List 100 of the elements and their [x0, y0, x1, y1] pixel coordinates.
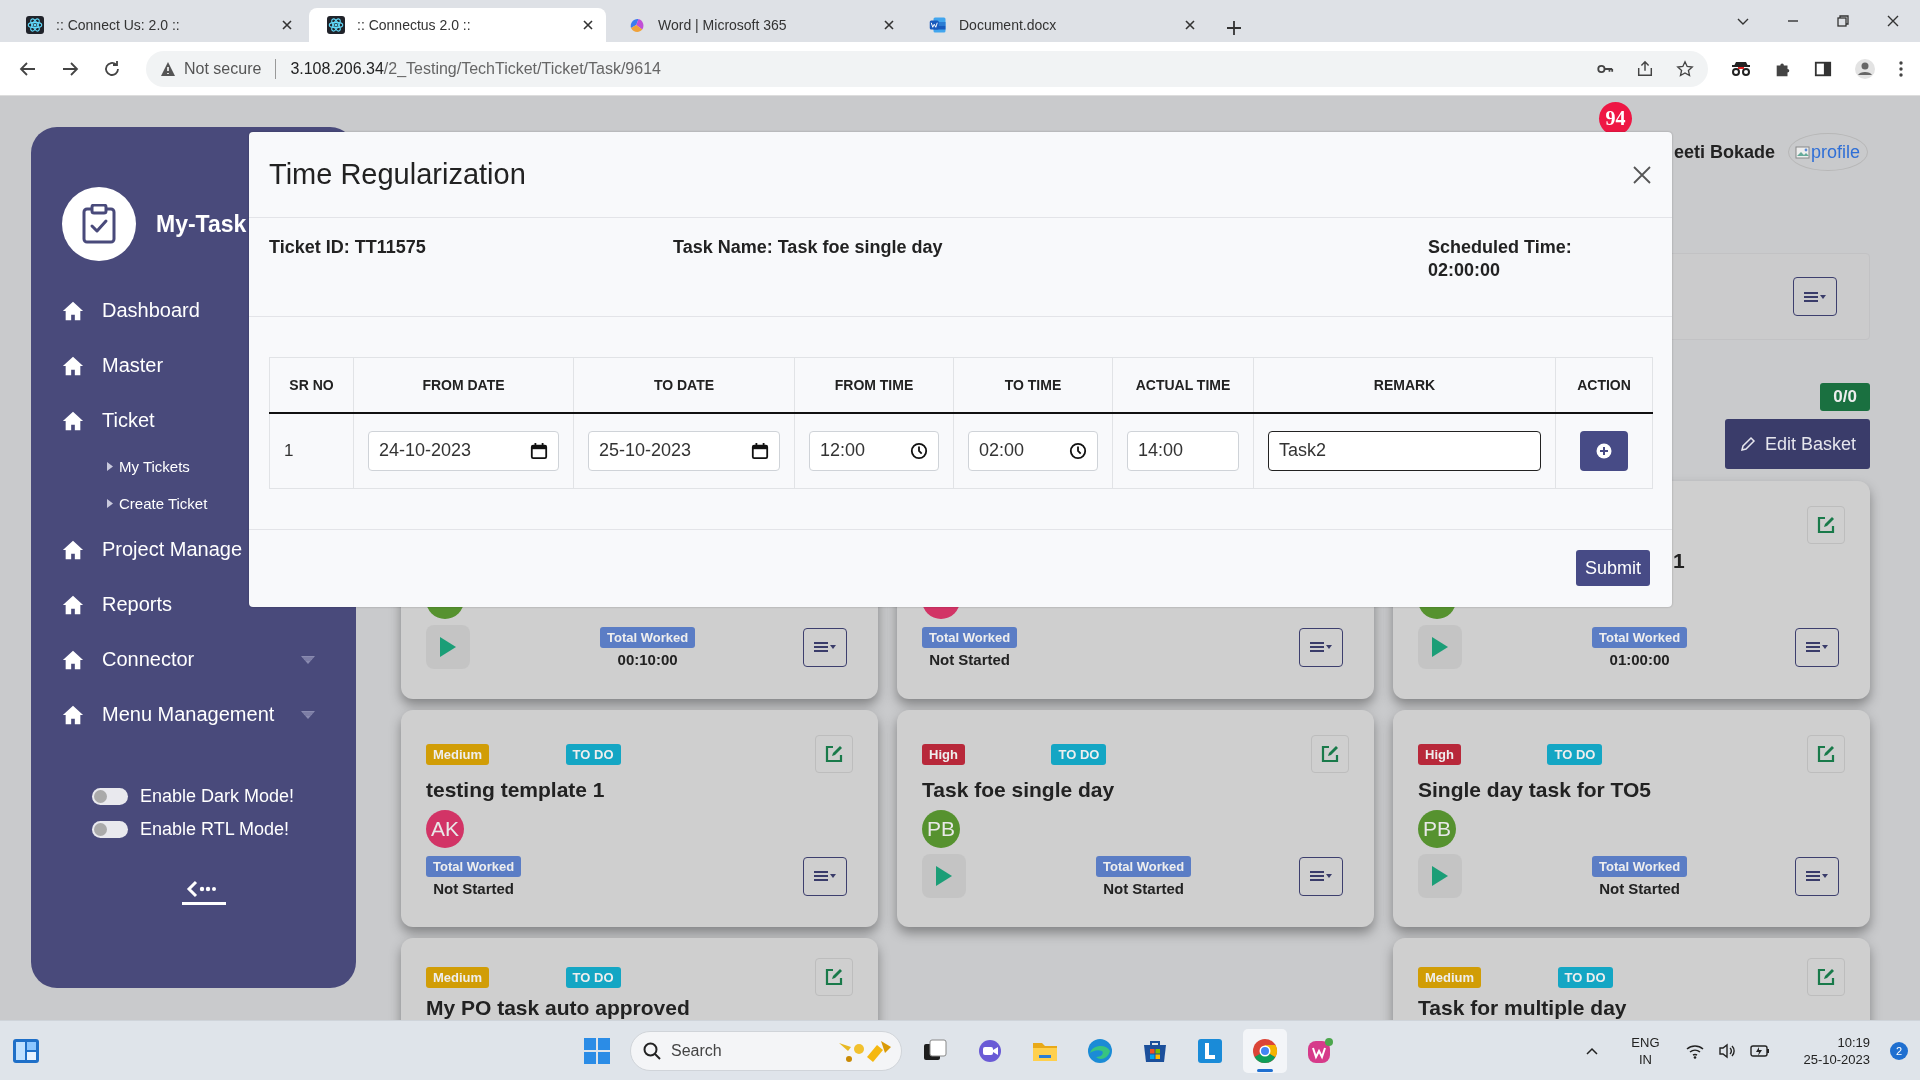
ticket-id: Ticket ID: TT11575: [269, 236, 427, 259]
column-header: REMARK: [1253, 357, 1556, 413]
column-header: FROM TIME: [794, 357, 954, 413]
worked-tag: Total Worked: [426, 855, 522, 877]
sidebar-item-label[interactable]: Project Manage: [102, 538, 243, 561]
volume-icon[interactable]: [1717, 1042, 1736, 1059]
task-title: Task foe single day: [922, 778, 1115, 801]
close-icon[interactable]: [1184, 19, 1196, 31]
home-icon: [62, 648, 84, 671]
clock-icon[interactable]: [1069, 441, 1087, 460]
menu-button[interactable]: [1793, 277, 1837, 316]
browser-tab[interactable]: :: Connect Us: 2.0 ::: [8, 8, 305, 42]
menu-button[interactable]: [1299, 627, 1343, 667]
edit-button[interactable]: [815, 958, 853, 996]
play-icon: [1431, 865, 1449, 887]
battery-icon[interactable]: [1749, 1043, 1770, 1058]
add-button[interactable]: [1580, 430, 1628, 471]
edit-button[interactable]: [1807, 958, 1845, 996]
edit-icon: [1817, 968, 1835, 986]
sidebar-item-label[interactable]: Connector: [102, 648, 195, 671]
worked-time: Not Started: [929, 650, 1010, 668]
mask-icon[interactable]: [1730, 59, 1752, 78]
restore-icon[interactable]: [1836, 14, 1850, 28]
language-code[interactable]: ENG: [1631, 1033, 1660, 1051]
close-icon[interactable]: [582, 19, 594, 31]
url-text: 3.108.206.34/2_Testing/TechTicket/Ticket/Task/9614: [290, 59, 661, 78]
swirl-icon: [628, 16, 646, 34]
menu-button[interactable]: [1795, 627, 1839, 667]
calendar-icon[interactable]: [751, 441, 769, 460]
caret-down-icon[interactable]: [300, 654, 316, 665]
edit-button[interactable]: [1311, 735, 1349, 773]
clock-icon[interactable]: [910, 441, 928, 460]
caret-down-icon[interactable]: [300, 709, 316, 720]
browser-tab[interactable]: Document.docx: [911, 8, 1208, 42]
close-icon[interactable]: [1632, 164, 1652, 185]
column-header: ACTION: [1555, 357, 1653, 413]
side-panel-icon[interactable]: [1814, 59, 1832, 78]
clock-time[interactable]: 10:19: [1837, 1033, 1870, 1051]
table-cell: 1: [269, 412, 354, 489]
menu-button[interactable]: [1299, 856, 1343, 896]
start-icon[interactable]: [583, 1036, 611, 1065]
region-code[interactable]: IN: [1638, 1050, 1652, 1068]
wifi-icon[interactable]: [1685, 1042, 1704, 1059]
sidebar-item-label[interactable]: Reports: [102, 593, 173, 616]
remark-field[interactable]: Task2: [1268, 430, 1541, 471]
close-icon[interactable]: [1886, 14, 1900, 28]
edit-button[interactable]: [1807, 506, 1845, 544]
date-field[interactable]: 25-10-2023: [588, 430, 780, 471]
actual-time-field[interactable]: 14:00: [1127, 430, 1239, 471]
warning-icon: [160, 60, 176, 77]
menu-icon: [1805, 869, 1829, 883]
clock-date[interactable]: 25-10-2023: [1803, 1050, 1870, 1068]
search-placeholder: Search: [671, 1041, 723, 1060]
calendar-icon[interactable]: [530, 441, 548, 460]
address-bar[interactable]: Not secure 3.108.206.34/2_Testing/TechTicket/Ticket/Task/9614: [146, 50, 1708, 87]
close-icon[interactable]: [281, 19, 293, 31]
browser-tab[interactable]: Word | Microsoft 365: [610, 8, 907, 42]
column-header: SR NO: [269, 357, 354, 413]
widgets-icon[interactable]: [12, 1036, 40, 1065]
profile-icon[interactable]: [1854, 57, 1876, 80]
sidebar-item-label[interactable]: Menu Management: [102, 703, 275, 726]
notification-badge[interactable]: 2: [1890, 1041, 1908, 1060]
close-icon[interactable]: [883, 19, 895, 31]
plus-icon[interactable]: [1226, 20, 1242, 36]
sidebar-subitem[interactable]: My Tickets: [119, 458, 190, 475]
menu-button[interactable]: [1795, 856, 1839, 896]
time-field[interactable]: 12:00: [809, 430, 939, 471]
kebab-menu-icon[interactable]: [1898, 59, 1904, 78]
clipboard-check-icon: [82, 204, 116, 244]
collapse-icon[interactable]: [182, 879, 226, 905]
worked-tag: Total Worked: [922, 626, 1018, 648]
status-tag: TO DO: [1051, 743, 1107, 765]
menu-button[interactable]: [803, 856, 847, 896]
menu-icon: [1309, 869, 1333, 883]
date-field[interactable]: 24-10-2023: [368, 430, 559, 471]
star-icon[interactable]: [1676, 59, 1694, 78]
sidebar-item-label[interactable]: Master: [102, 354, 164, 377]
toggle-switch[interactable]: [92, 788, 128, 805]
browser-tab[interactable]: :: Connectus 2.0 ::: [309, 8, 606, 42]
edit-icon: [825, 968, 843, 986]
sidebar-subitem[interactable]: Create Ticket: [119, 495, 208, 512]
caret-right-icon: [107, 499, 113, 508]
column-header: FROM DATE: [353, 357, 574, 413]
time-field[interactable]: 02:00: [968, 430, 1098, 471]
search-field[interactable]: Search: [630, 1030, 902, 1071]
app-icon: [1196, 1036, 1224, 1065]
share-icon[interactable]: [1636, 59, 1654, 78]
edit-button[interactable]: [815, 735, 853, 773]
reload-icon[interactable]: [102, 58, 122, 79]
edit-button[interactable]: [1807, 735, 1845, 773]
edit-basket-button[interactable]: Edit Basket: [1724, 419, 1870, 469]
toggle-switch[interactable]: [92, 821, 128, 838]
pencil-icon: [1738, 435, 1757, 453]
submit-button[interactable]: Submit: [1575, 550, 1650, 586]
menu-button[interactable]: [803, 627, 847, 667]
edit-icon: [1817, 516, 1835, 534]
priority-tag: Medium: [1418, 966, 1482, 988]
edit-icon: [1321, 745, 1339, 763]
sidebar-item-label[interactable]: Ticket: [102, 409, 155, 432]
sidebar-item-label[interactable]: Dashboard: [102, 299, 200, 322]
